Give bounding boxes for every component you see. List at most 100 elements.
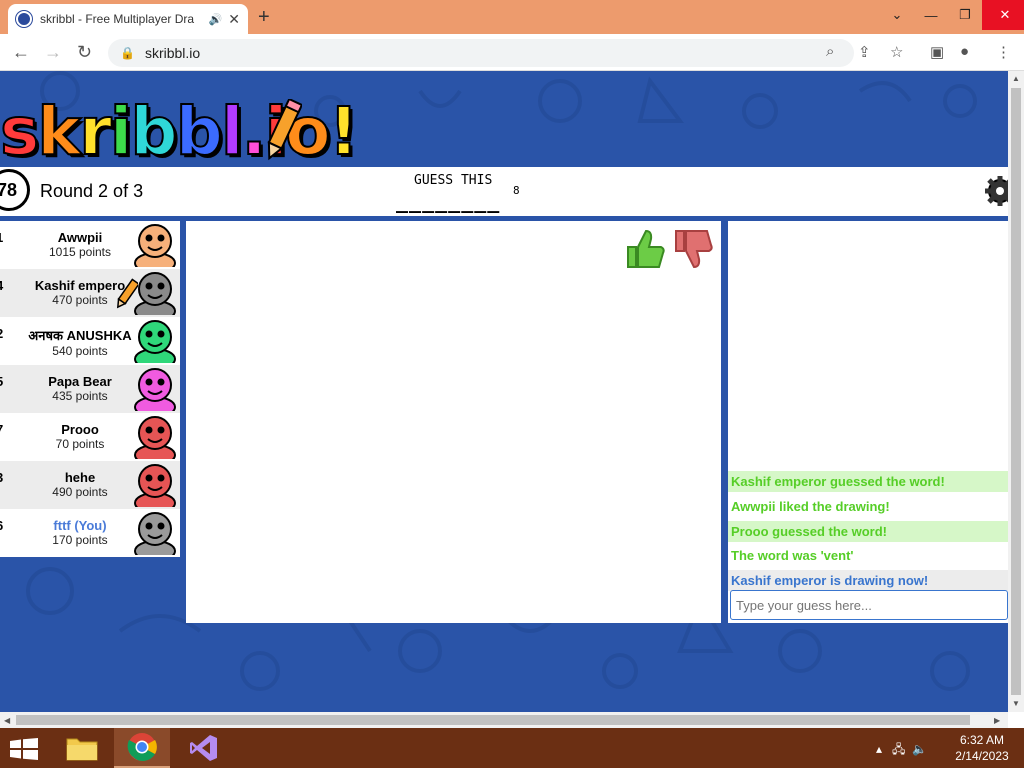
horizontal-scroll-thumb[interactable] <box>16 715 970 725</box>
player-avatar-icon <box>134 224 176 267</box>
taskbar-clock[interactable]: 6:32 AM 2/14/2023 <box>950 732 1014 764</box>
browser-toolbar: ← → ↻ 🔒 skribbl.io ⌕ ⇪ ☆ ▣ ● ⋮ <box>0 34 1024 71</box>
player-avatar-icon <box>134 416 176 459</box>
tab-title: skribbl - Free Multiplayer Dra <box>40 12 195 26</box>
scroll-right-arrow-icon[interactable]: ▶ <box>994 716 1000 725</box>
player-points: 170 points <box>52 533 108 547</box>
minimize-button[interactable]: — <box>914 0 948 30</box>
chat-message: Prooo guessed the word! <box>728 520 1008 542</box>
game-header-bar: 78 Round 2 of 3 GUESS THIS ________ 8 <box>0 167 1008 216</box>
player-avatar-icon <box>134 512 176 555</box>
player-rank: 2 <box>0 326 3 341</box>
chat-panel: Kashif emperor guessed the word! Awwpii l… <box>728 221 1008 623</box>
settings-gear-icon[interactable] <box>984 175 1008 207</box>
vertical-scrollbar[interactable]: ▲ ▼ <box>1008 71 1024 712</box>
player-name: hehe <box>64 470 96 485</box>
player-avatar-icon <box>134 368 176 411</box>
player-info: hehe 490 points <box>14 470 146 499</box>
word-blanks: ________ <box>396 189 501 213</box>
windows-taskbar: ▴ 🖧 🔈 6:32 AM 2/14/2023 <box>0 728 1024 768</box>
player-info: Awwpii 1015 points <box>14 230 146 259</box>
player-row[interactable]: 6 fttf (You) 170 points <box>0 509 180 557</box>
address-bar[interactable]: 🔒 skribbl.io <box>108 39 854 67</box>
skribbl-logo: skribbl.io! <box>0 92 360 171</box>
file-explorer-icon[interactable] <box>54 728 110 768</box>
lock-icon[interactable]: 🔒 <box>120 46 135 60</box>
url-text: skribbl.io <box>144 45 201 61</box>
horizontal-scrollbar[interactable]: ◀ ▶ <box>0 712 1008 728</box>
thumbs-up-icon[interactable] <box>624 227 668 271</box>
zoom-icon[interactable]: ⌕ <box>826 43 834 60</box>
player-info: Papa Bear 435 points <box>14 374 146 403</box>
new-tab-button[interactable]: + <box>258 6 270 29</box>
windows-start-icon[interactable] <box>10 738 38 760</box>
chat-message: The word was 'vent' <box>728 545 1008 567</box>
player-row[interactable]: 1 Awwpii 1015 points <box>0 221 180 269</box>
restore-button[interactable]: ❐ <box>948 0 982 30</box>
player-name: Prooo <box>61 422 99 437</box>
menu-kebab-icon[interactable]: ⋮ <box>996 43 1011 61</box>
audio-playing-icon[interactable]: 🔊 <box>209 13 223 26</box>
scroll-up-arrow-icon[interactable]: ▲ <box>1012 74 1020 83</box>
window-controls: ⌄ — ❐ ✕ <box>880 0 1024 30</box>
guess-this-label: GUESS THIS <box>414 173 493 188</box>
tab-search-icon[interactable]: ⌄ <box>880 0 914 30</box>
player-name: अनषक ANUSHKA <box>28 328 132 343</box>
player-row[interactable]: 3 hehe 490 points <box>0 461 180 509</box>
player-avatar-icon <box>134 272 176 315</box>
player-row[interactable]: 7 Prooo 70 points <box>0 413 180 461</box>
skribbl-favicon-icon <box>16 11 32 27</box>
chat-message: Awwpii liked the drawing! <box>728 495 1008 517</box>
tab-close-icon[interactable]: ✕ <box>228 11 240 28</box>
logo-pencil-icon <box>267 99 302 161</box>
player-points: 70 points <box>55 437 105 451</box>
volume-icon[interactable]: 🔈 <box>912 742 927 756</box>
player-rank: 5 <box>0 374 3 389</box>
share-icon[interactable]: ⇪ <box>858 43 871 61</box>
scroll-down-arrow-icon[interactable]: ▼ <box>1012 699 1020 708</box>
chat-message: Kashif emperor is drawing now! <box>728 570 1008 592</box>
player-avatar-icon <box>134 464 176 507</box>
reload-icon[interactable]: ↻ <box>77 42 92 63</box>
profile-icon[interactable]: ● <box>960 43 969 60</box>
round-timer: 78 <box>0 169 30 211</box>
player-row[interactable]: 4 Kashif empero 470 points <box>0 269 180 317</box>
player-row[interactable]: 2 अनषक ANUSHKA 540 points <box>0 317 180 365</box>
player-rank: 6 <box>0 518 3 533</box>
browser-tab-bar: skribbl - Free Multiplayer Dra 🔊 ✕ + ⌄ —… <box>0 0 1024 34</box>
player-rank: 4 <box>0 278 3 293</box>
vertical-scroll-thumb[interactable] <box>1011 88 1021 695</box>
visual-studio-icon[interactable] <box>176 728 232 768</box>
bookmark-star-icon[interactable]: ☆ <box>890 43 903 61</box>
chat-message: Kashif emperor guessed the word! <box>728 471 1008 492</box>
browser-tab[interactable]: skribbl - Free Multiplayer Dra 🔊 ✕ <box>8 4 248 34</box>
player-row[interactable]: 5 Papa Bear 435 points <box>0 365 180 413</box>
thumbs-down-icon[interactable] <box>672 227 716 271</box>
player-avatar-icon <box>134 320 176 363</box>
player-name: fttf (You) <box>53 518 107 533</box>
player-list: 1 Awwpii 1015 points 4 Kashif empero 470… <box>0 221 180 557</box>
player-info: fttf (You) 170 points <box>14 518 146 547</box>
player-points: 435 points <box>52 389 108 403</box>
tray-chevron-icon[interactable]: ▴ <box>876 742 882 756</box>
network-icon[interactable]: 🖧 <box>892 742 905 756</box>
close-window-button[interactable]: ✕ <box>982 0 1024 30</box>
forward-arrow-icon[interactable]: → <box>44 42 62 63</box>
drawing-canvas[interactable] <box>186 221 721 623</box>
taskbar-date: 2/14/2023 <box>955 749 1009 763</box>
guess-input[interactable] <box>730 590 1008 620</box>
system-tray: ▴ 🖧 🔈 <box>876 740 927 761</box>
player-points: 490 points <box>52 485 108 499</box>
chrome-taskbar-icon[interactable] <box>114 728 170 768</box>
word-length: 8 <box>513 184 520 197</box>
back-arrow-icon[interactable]: ← <box>12 42 30 63</box>
scroll-left-arrow-icon[interactable]: ◀ <box>4 716 10 725</box>
player-info: Prooo 70 points <box>14 422 146 451</box>
player-points: 540 points <box>52 344 108 358</box>
player-points: 1015 points <box>48 245 112 259</box>
player-info: अनषक ANUSHKA 540 points <box>14 326 146 358</box>
player-name: Papa Bear <box>48 374 112 389</box>
round-indicator: Round 2 of 3 <box>40 181 144 201</box>
side-panel-icon[interactable]: ▣ <box>930 43 944 61</box>
skribbl-page: skribbl.io! 78 Round 2 of 3 GUESS THIS _… <box>0 71 1008 712</box>
